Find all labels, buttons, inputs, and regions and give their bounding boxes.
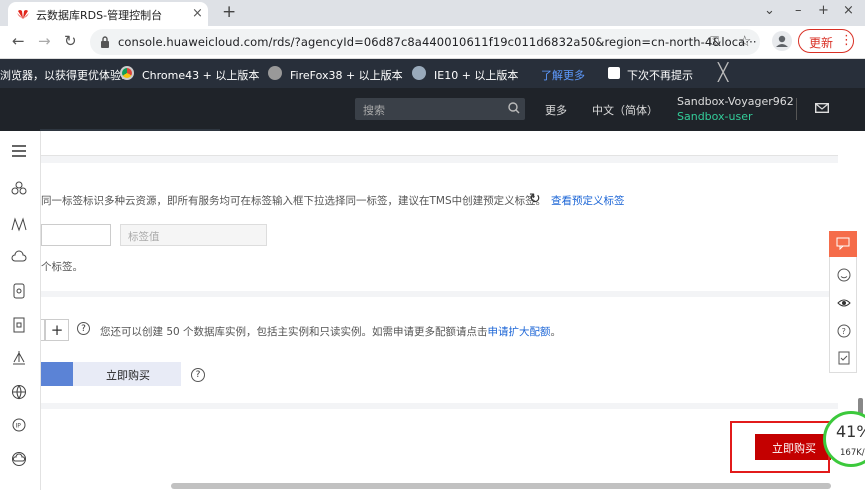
notice-close-icon[interactable]: ╳: [718, 63, 728, 83]
help-icon[interactable]: ?: [77, 322, 90, 335]
huawei-logo-icon: [17, 10, 29, 19]
buy-now-secondary-label: 立即购买: [106, 369, 150, 382]
update-label: 更新: [809, 36, 834, 50]
url-text[interactable]: console.huaweicloud.com/rds/?agencyId=06…: [118, 35, 757, 49]
cloud-icon[interactable]: [11, 249, 27, 265]
horizontal-scrollbar[interactable]: [171, 483, 831, 489]
buy-now-highlight-box: [730, 421, 830, 473]
footer-section: [41, 409, 838, 490]
tag-key-input[interactable]: [41, 224, 111, 246]
firefox-icon: [268, 66, 282, 80]
tag-count-text: 个标签。: [41, 261, 83, 273]
no-show-label: 下次不再提示: [627, 69, 693, 82]
tag-section: 同一标签标识多种云资源，即所有服务均可在标签输入框下拉选择同一标签，建议在TMS…: [41, 163, 838, 291]
browser-tab[interactable]: 云数据库RDS-管理控制台 ×: [8, 2, 208, 26]
view-predefined-tags-link[interactable]: 查看预定义标签: [551, 193, 625, 208]
user-subname[interactable]: Sandbox-user: [677, 110, 753, 123]
browser-tabstrip: 云数据库RDS-管理控制台 × + ⌄ – + ×: [0, 0, 865, 26]
svg-text:IP: IP: [16, 423, 22, 430]
key-icon[interactable]: ⚿: [710, 34, 719, 49]
notice-prefix: 浏览器，以获得更优体验:: [0, 69, 125, 82]
maximize-icon[interactable]: +: [818, 3, 829, 18]
service-sidebar: IP: [0, 131, 41, 490]
refresh-icon[interactable]: ↻: [529, 191, 541, 207]
tab-close-icon[interactable]: ×: [192, 6, 203, 21]
database-icon[interactable]: [11, 283, 27, 299]
speed-percent: 41%: [836, 422, 865, 441]
deploy-icon[interactable]: [11, 350, 27, 366]
floating-toolbar: ?: [829, 231, 857, 373]
tag-value-placeholder: 标签值: [128, 231, 160, 243]
user-name[interactable]: Sandbox-Voyager962: [677, 95, 794, 108]
no-show-checkbox[interactable]: [608, 67, 620, 79]
tag-description: 同一标签标识多种云资源，即所有服务均可在标签输入框下拉选择同一标签，建议在TMS…: [41, 195, 547, 207]
service-eye-icon[interactable]: [837, 296, 851, 310]
address-bar[interactable]: console.huaweicloud.com/rds/?agencyId=06…: [90, 29, 760, 55]
language-selector[interactable]: 中文（简体）: [592, 102, 658, 118]
svg-text:?: ?: [842, 327, 846, 336]
quota-text: 您还可以创建 50 个数据库实例，包括主实例和只读实例。如需申请更多配额请点击申…: [100, 324, 561, 339]
reload-icon[interactable]: ↻: [64, 32, 77, 50]
notice-firefox: FireFox38 + 以上版本: [290, 69, 403, 82]
search-placeholder: 搜索: [363, 104, 385, 117]
mail-icon[interactable]: [815, 103, 829, 113]
forward-icon[interactable]: →: [38, 32, 51, 50]
window-close-icon[interactable]: ×: [843, 3, 854, 18]
tab-search-icon[interactable]: ⌄: [764, 3, 775, 18]
ip-icon[interactable]: IP: [11, 417, 27, 433]
bookmark-star-icon[interactable]: ☆: [738, 32, 751, 50]
search-input[interactable]: 搜索: [355, 98, 525, 120]
help-circle-icon[interactable]: ?: [837, 324, 851, 338]
console-header: 搜索 更多 中文（简体） Sandbox-Voyager962 Sandbox-…: [0, 88, 865, 131]
price-summary-bar: [41, 362, 73, 386]
feedback-smile-icon[interactable]: [837, 268, 851, 282]
quota-description: 您还可以创建 50 个数据库实例，包括主实例和只读实例。如需申请更多配额请点击: [100, 326, 488, 338]
apply-quota-link[interactable]: 申请扩大配额: [488, 326, 551, 338]
network-icon[interactable]: [11, 216, 27, 232]
header-divider: [796, 98, 797, 120]
browser-notice-bar: 浏览器，以获得更优体验: Chrome43 + 以上版本 FireFox38 +…: [0, 59, 865, 88]
new-tab-icon[interactable]: +: [222, 2, 236, 22]
chrome-icon: [120, 66, 134, 80]
update-button[interactable]: 更新 ⋮: [798, 29, 854, 53]
tab-title: 云数据库RDS-管理控制台: [36, 9, 163, 22]
menu-icon[interactable]: ⋮: [840, 33, 853, 48]
cluster-icon[interactable]: [11, 180, 27, 196]
profile-avatar-icon[interactable]: [772, 31, 792, 51]
ie-icon: [412, 66, 426, 80]
more-menu[interactable]: 更多: [545, 102, 567, 118]
hamburger-menu-icon[interactable]: [10, 142, 28, 160]
speed-rate: 167K/s: [840, 448, 865, 458]
chat-icon: [836, 237, 850, 250]
quantity-section: + ? 您还可以创建 50 个数据库实例，包括主实例和只读实例。如需申请更多配额…: [41, 297, 838, 403]
globe-icon[interactable]: [11, 384, 27, 400]
browser-toolbar: ← → ↻ console.huaweicloud.com/rds/?agenc…: [0, 26, 865, 59]
checklist-icon[interactable]: [837, 351, 851, 365]
cloud-service-icon[interactable]: [11, 451, 27, 467]
minimize-icon[interactable]: –: [795, 3, 802, 18]
quota-end: 。: [550, 326, 562, 338]
back-icon[interactable]: ←: [12, 32, 25, 50]
quantity-plus-button[interactable]: +: [45, 319, 69, 341]
tag-value-input[interactable]: 标签值: [120, 224, 267, 246]
main-content: 同一标签标识多种云资源，即所有服务均可在标签输入框下拉选择同一标签，建议在TMS…: [41, 131, 838, 490]
lock-icon: [101, 36, 109, 48]
storage-icon[interactable]: [11, 317, 27, 333]
chat-tool[interactable]: [829, 231, 857, 257]
buy-now-secondary-button[interactable]: 立即购买: [73, 362, 181, 386]
section-card-top: [41, 131, 838, 156]
notice-chrome: Chrome43 + 以上版本: [142, 69, 260, 82]
search-icon[interactable]: [507, 101, 521, 115]
price-help-icon[interactable]: ?: [191, 368, 205, 382]
learn-more-link[interactable]: 了解更多: [541, 67, 585, 83]
notice-ie: IE10 + 以上版本: [434, 69, 519, 82]
